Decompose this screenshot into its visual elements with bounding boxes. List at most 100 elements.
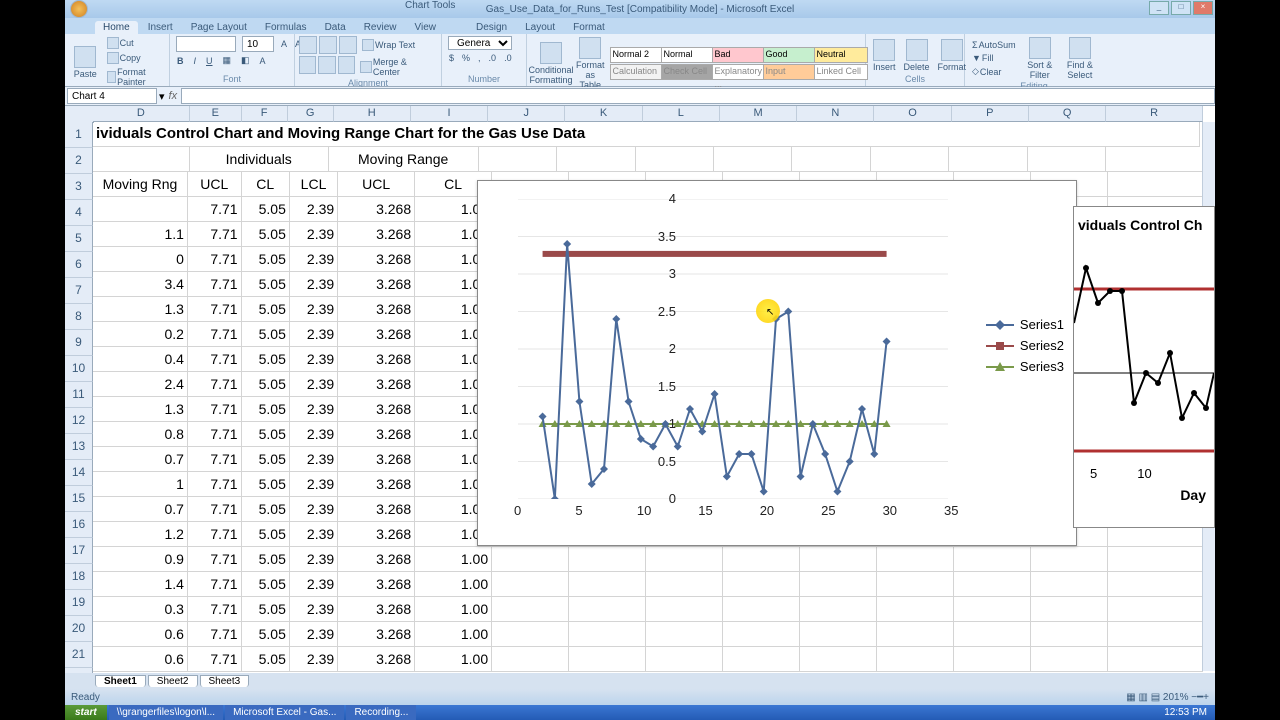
- autosum-button[interactable]: Σ AutoSum: [969, 39, 1019, 51]
- copy-button[interactable]: Copy: [104, 51, 165, 65]
- grow-font-button[interactable]: A: [278, 36, 290, 52]
- paste-button[interactable]: Paste: [69, 45, 102, 80]
- clear-button[interactable]: ◇ Clear: [969, 65, 1019, 78]
- col-header-I[interactable]: I: [411, 106, 488, 122]
- row-header-9[interactable]: 9: [65, 330, 93, 356]
- close-button[interactable]: ×: [1193, 1, 1213, 15]
- col-header-L[interactable]: L: [643, 106, 720, 122]
- sheet-tab-sheet2[interactable]: Sheet2: [148, 675, 198, 687]
- legend-series3[interactable]: Series3: [986, 359, 1064, 374]
- format-cells-button[interactable]: Format: [935, 38, 970, 73]
- row-header-21[interactable]: 21: [65, 642, 93, 668]
- tab-data[interactable]: Data: [317, 21, 354, 34]
- delete-cells-button[interactable]: Delete: [901, 38, 933, 73]
- border-button[interactable]: ▦: [220, 54, 235, 67]
- bold-button[interactable]: B: [174, 54, 187, 67]
- tab-home[interactable]: Home: [95, 21, 138, 34]
- col-header-F[interactable]: F: [242, 106, 288, 122]
- style-calculation[interactable]: Calculation: [610, 64, 664, 80]
- decrease-decimal-button[interactable]: .0: [501, 52, 515, 64]
- row-header-18[interactable]: 18: [65, 564, 93, 590]
- underline-button[interactable]: U: [203, 54, 216, 67]
- maximize-button[interactable]: □: [1171, 1, 1191, 15]
- clock[interactable]: 12:53 PM: [1156, 707, 1215, 718]
- row-header-5[interactable]: 5: [65, 226, 93, 252]
- format-as-table-button[interactable]: Format as Table: [573, 36, 608, 91]
- chart-object-1[interactable]: Series1Series2Series3 ↖ 00.511.522.533.5…: [477, 180, 1077, 546]
- style-neutral[interactable]: Neutral: [814, 47, 868, 63]
- row-header-3[interactable]: 3: [65, 174, 93, 200]
- col-header-D[interactable]: D: [93, 106, 190, 122]
- office-button[interactable]: [65, 0, 93, 18]
- sheet-tab-sheet1[interactable]: Sheet1: [95, 675, 146, 687]
- fill-button[interactable]: ▼ Fill: [969, 52, 1019, 64]
- legend-series1[interactable]: Series1: [986, 317, 1064, 332]
- col-header-E[interactable]: E: [190, 106, 242, 122]
- column-headers[interactable]: DEFGHIJKLMNOPQR: [93, 106, 1203, 122]
- row-headers[interactable]: 12345678910111213141516171819202122: [65, 122, 93, 689]
- row-header-16[interactable]: 16: [65, 512, 93, 538]
- conditional-formatting-button[interactable]: Conditional Formatting: [531, 41, 571, 86]
- row-header-2[interactable]: 2: [65, 148, 93, 174]
- format-painter-button[interactable]: Format Painter: [104, 66, 165, 88]
- style-good[interactable]: Good: [763, 47, 817, 63]
- row-header-1[interactable]: 1: [65, 122, 93, 148]
- row-header-20[interactable]: 20: [65, 616, 93, 642]
- currency-button[interactable]: $: [446, 52, 457, 64]
- cut-button[interactable]: Cut: [104, 36, 165, 50]
- align-left-button[interactable]: [299, 56, 316, 74]
- row-header-8[interactable]: 8: [65, 304, 93, 330]
- tab-format[interactable]: Format: [565, 21, 613, 34]
- view-layout-button[interactable]: ▥: [1138, 692, 1147, 703]
- minimize-button[interactable]: _: [1149, 1, 1169, 15]
- percent-button[interactable]: %: [459, 52, 473, 64]
- wrap-text-button[interactable]: Wrap Text: [359, 36, 418, 54]
- style-bad[interactable]: Bad: [712, 47, 766, 63]
- col-header-M[interactable]: M: [720, 106, 797, 122]
- tab-insert[interactable]: Insert: [140, 21, 181, 34]
- font-size-select[interactable]: [242, 36, 274, 52]
- col-header-G[interactable]: G: [288, 106, 334, 122]
- chart-legend[interactable]: Series1 Series2 Series3: [986, 311, 1064, 380]
- style-input[interactable]: Input: [763, 64, 817, 80]
- align-middle-button[interactable]: [319, 36, 337, 54]
- fx-label[interactable]: fx: [165, 90, 182, 102]
- find-select-button[interactable]: Find & Select: [1061, 36, 1099, 81]
- select-all-corner[interactable]: [65, 106, 94, 123]
- italic-button[interactable]: I: [191, 54, 200, 67]
- row-header-13[interactable]: 13: [65, 434, 93, 460]
- font-family-select[interactable]: [176, 36, 236, 52]
- row-header-12[interactable]: 12: [65, 408, 93, 434]
- taskbar-item[interactable]: Microsoft Excel - Gas...: [225, 705, 344, 720]
- increase-decimal-button[interactable]: .0: [486, 52, 500, 64]
- col-header-N[interactable]: N: [797, 106, 874, 122]
- view-normal-button[interactable]: ▦: [1126, 692, 1135, 703]
- insert-cells-button[interactable]: Insert: [870, 38, 899, 73]
- font-color-button[interactable]: A: [257, 54, 269, 67]
- row-header-19[interactable]: 19: [65, 590, 93, 616]
- comma-button[interactable]: ,: [475, 52, 484, 64]
- style-check-cell[interactable]: Check Cell: [661, 64, 715, 80]
- align-top-button[interactable]: [299, 36, 317, 54]
- style-linked-cell[interactable]: Linked Cell: [814, 64, 868, 80]
- col-header-K[interactable]: K: [565, 106, 642, 122]
- row-header-17[interactable]: 17: [65, 538, 93, 564]
- chart-plot-area[interactable]: [518, 199, 948, 499]
- sort-filter-button[interactable]: Sort & Filter: [1021, 36, 1059, 81]
- number-format-select[interactable]: General: [448, 36, 512, 50]
- style-explanatory----[interactable]: Explanatory ...: [712, 64, 766, 80]
- zoom-in-button[interactable]: +: [1203, 692, 1209, 703]
- row-header-15[interactable]: 15: [65, 486, 93, 512]
- tab-view[interactable]: View: [406, 21, 444, 34]
- view-pagebreak-button[interactable]: ▤: [1151, 692, 1160, 703]
- row-header-6[interactable]: 6: [65, 252, 93, 278]
- tab-layout[interactable]: Layout: [517, 21, 563, 34]
- legend-series2[interactable]: Series2: [986, 338, 1064, 353]
- formula-input[interactable]: [181, 88, 1215, 104]
- start-button[interactable]: start: [65, 705, 107, 720]
- merge-center-button[interactable]: Merge & Center: [357, 56, 437, 78]
- align-bottom-button[interactable]: [339, 36, 357, 54]
- tab-page-layout[interactable]: Page Layout: [183, 21, 255, 34]
- col-header-O[interactable]: O: [874, 106, 951, 122]
- col-header-P[interactable]: P: [952, 106, 1029, 122]
